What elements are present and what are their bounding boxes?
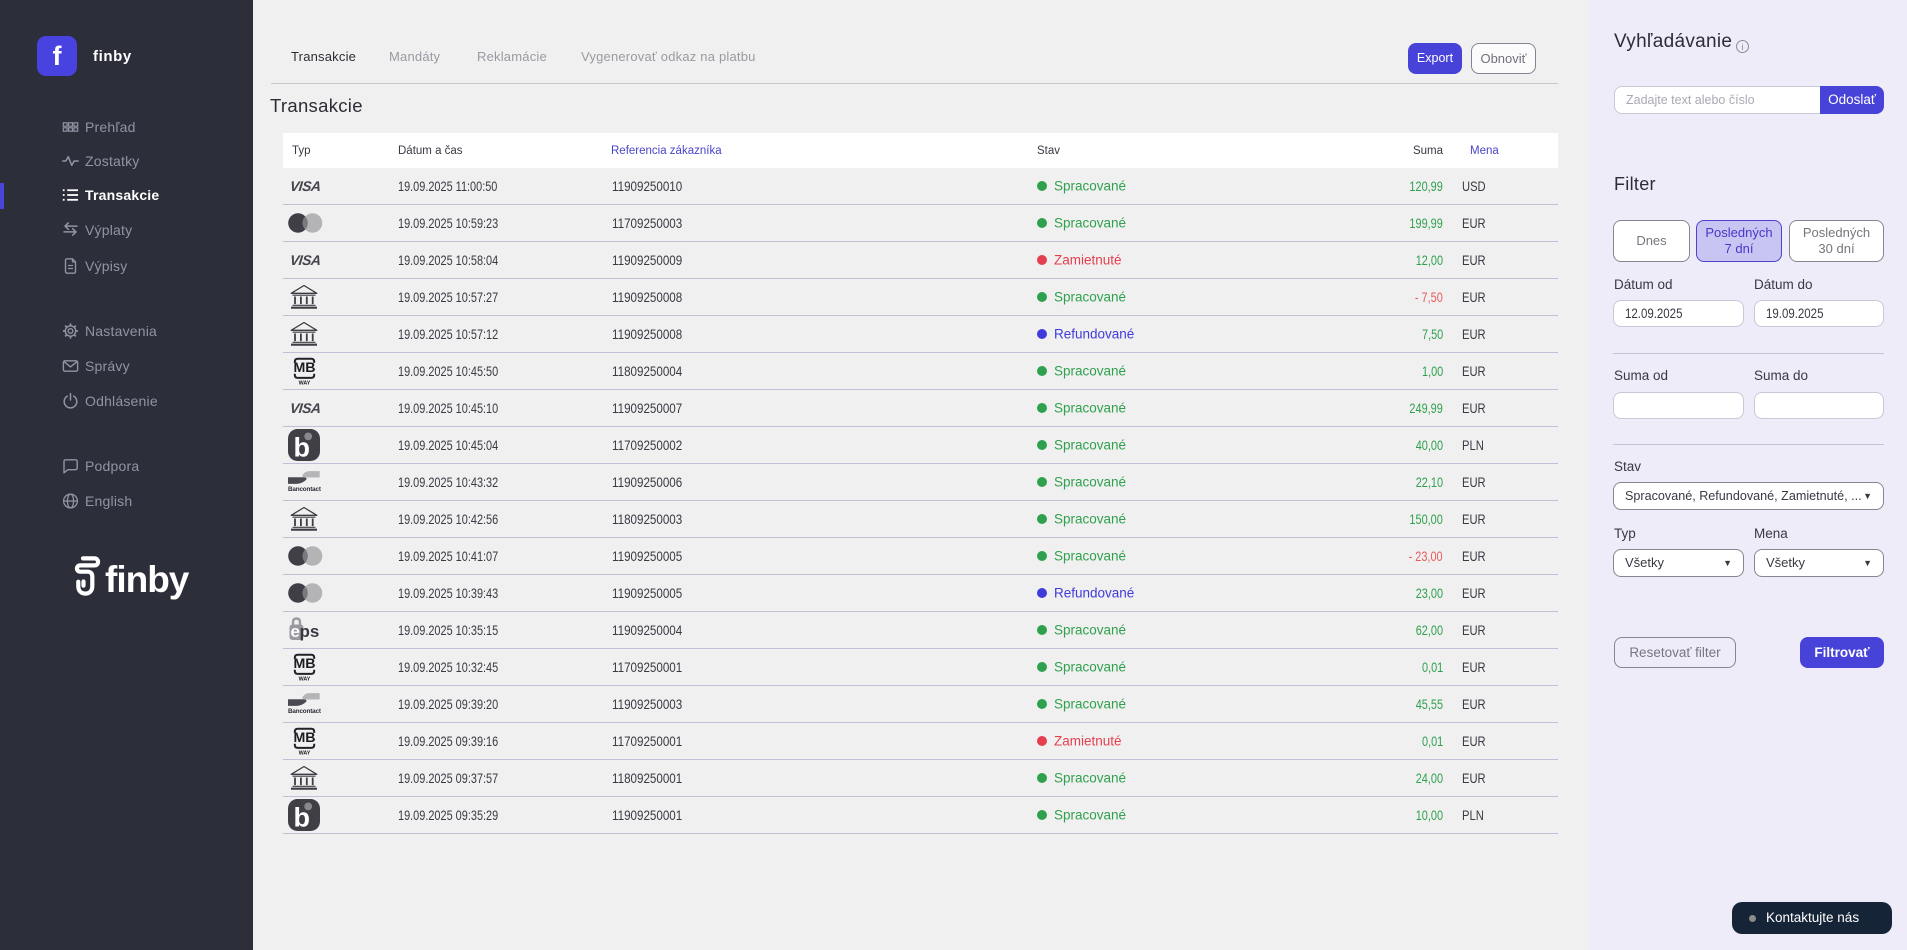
svg-text:Bancontact: Bancontact: [288, 486, 322, 493]
svg-text:WAY: WAY: [299, 380, 311, 386]
svg-text:MB: MB: [293, 730, 315, 746]
svg-text:MB: MB: [293, 656, 315, 672]
svg-text:WAY: WAY: [299, 750, 311, 756]
svg-text:finby: finby: [105, 559, 190, 600]
svg-text:Bancontact: Bancontact: [288, 708, 322, 715]
svg-text:MB: MB: [293, 360, 315, 376]
svg-text:WAY: WAY: [299, 676, 311, 682]
svg-text:ps: ps: [300, 622, 320, 641]
